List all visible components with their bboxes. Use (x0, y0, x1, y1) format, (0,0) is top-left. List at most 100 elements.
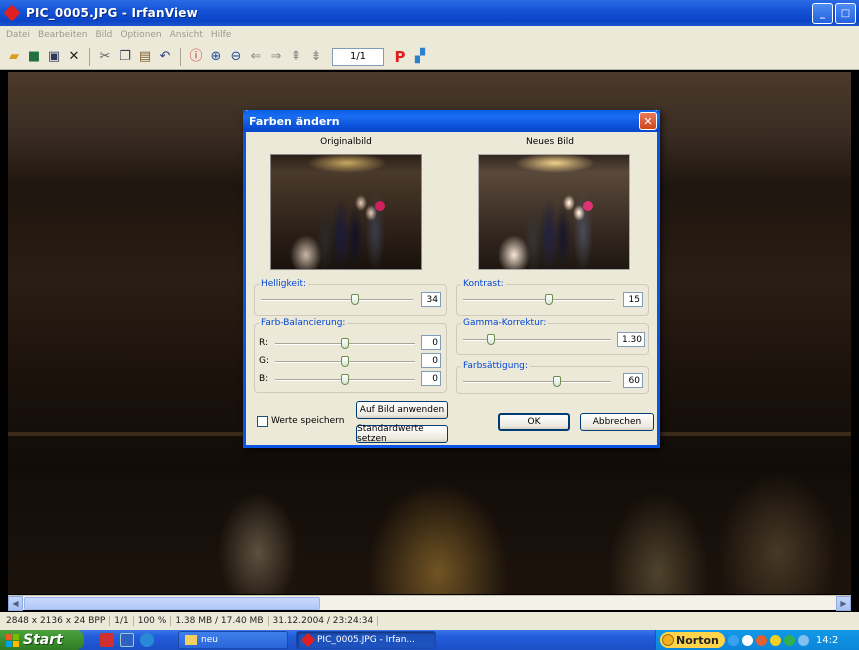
green-slider-thumb[interactable] (341, 356, 349, 367)
norton-label: Norton (676, 633, 719, 647)
red-slider[interactable] (275, 338, 415, 349)
maximize-button[interactable]: □ (835, 3, 856, 24)
horizontal-scrollbar[interactable]: ◀ ▶ (8, 595, 851, 611)
gamma-group: Gamma-Korrektur: 1.30 (456, 318, 649, 355)
window-title: PIC_0005.JPG - IrfanView (26, 6, 198, 20)
contrast-slider-thumb[interactable] (545, 294, 553, 305)
blue-value[interactable]: 0 (421, 371, 441, 386)
menu-item-hilfe[interactable]: Hilfe (211, 30, 231, 40)
brightness-slider-thumb[interactable] (351, 294, 359, 305)
gamma-value[interactable]: 1.30 (617, 332, 645, 347)
save-values-checkbox[interactable] (257, 416, 268, 427)
clock: 14:2 (815, 634, 839, 646)
gamma-slider[interactable] (463, 334, 611, 345)
next-icon[interactable]: ⇒ (268, 49, 284, 65)
status-bar: 2848 x 2136 x 24 BPP 1/1 100 % 1.38 MB /… (0, 612, 859, 630)
saturation-value[interactable]: 60 (623, 373, 643, 388)
cut-icon[interactable]: ✂ (97, 49, 113, 65)
saturation-group: Farbsättigung: 60 (456, 361, 649, 394)
open-icon[interactable]: ▰ (6, 49, 22, 65)
gamma-slider-thumb[interactable] (487, 334, 495, 345)
zoom-in-icon[interactable]: ⊕ (208, 49, 224, 65)
irfanview-app-icon[interactable] (4, 5, 20, 21)
brightness-label: Helligkeit: (259, 279, 309, 289)
tray-icon[interactable] (797, 634, 809, 646)
quicklaunch-red-icon[interactable] (100, 633, 114, 647)
zoom-out-icon[interactable]: ⊖ (228, 49, 244, 65)
gamma-label: Gamma-Korrektur: (461, 318, 549, 328)
p-icon[interactable]: P (392, 49, 408, 65)
previous-icon[interactable]: ⇐ (248, 49, 264, 65)
scroll-left-arrow[interactable]: ◀ (8, 596, 23, 611)
save-icon[interactable]: ▣ (46, 49, 62, 65)
menu-item-ansicht[interactable]: Ansicht (170, 30, 203, 40)
red-slider-thumb[interactable] (341, 338, 349, 349)
status-zoom: 100 % (134, 616, 172, 626)
page-indicator: 1/1 (332, 47, 384, 66)
undo-icon[interactable]: ↶ (157, 49, 173, 65)
contrast-value[interactable]: 15 (623, 292, 643, 307)
title-bar: PIC_0005.JPG - IrfanView _ □ (0, 0, 859, 26)
first-icon[interactable]: ⇞ (288, 49, 304, 65)
slideshow-icon[interactable]: ■ (26, 49, 42, 65)
cancel-button[interactable]: Abbrechen (580, 413, 654, 431)
tray-icon[interactable] (741, 634, 753, 646)
color-balance-group: Farb-Balancierung: R: 0 G: 0 B: 0 (254, 318, 447, 393)
blue-slider-thumb[interactable] (341, 374, 349, 385)
scrollbar-thumb[interactable] (24, 597, 320, 610)
brightness-slider[interactable] (261, 294, 413, 305)
set-defaults-button[interactable]: Standardwerte setzen (356, 424, 448, 444)
green-slider[interactable] (275, 356, 415, 367)
blue-label: B: (259, 374, 269, 384)
dialog-close-button[interactable]: ✕ (639, 112, 657, 130)
delete-icon[interactable]: ✕ (66, 49, 82, 65)
taskbar-item-label: PIC_0005.JPG - Irfan... (317, 635, 415, 645)
quicklaunch-blue-icon[interactable] (120, 633, 134, 647)
contrast-slider[interactable] (463, 294, 615, 305)
norton-badge[interactable]: Norton (660, 632, 725, 648)
brightness-value[interactable]: 34 (421, 292, 441, 307)
original-image-label: Originalbild (320, 137, 372, 147)
preview-highlight (375, 201, 385, 211)
minimize-button[interactable]: _ (812, 3, 833, 24)
windows-logo-icon (6, 633, 19, 647)
red-label: R: (259, 338, 269, 348)
dialog-title: Farben ändern (249, 114, 340, 128)
apply-to-image-button[interactable]: Auf Bild anwenden (356, 401, 448, 419)
new-image-label: Neues Bild (526, 137, 574, 147)
copy-icon[interactable]: ❐ (117, 49, 133, 65)
toolbar-separator (89, 47, 90, 66)
tray-icon[interactable] (755, 634, 767, 646)
status-memory: 1.38 MB / 17.40 MB (171, 616, 269, 626)
menu-item-datei[interactable]: Datei (6, 30, 30, 40)
red-value[interactable]: 0 (421, 335, 441, 350)
preview-highlight (583, 201, 593, 211)
saturation-slider[interactable] (463, 376, 611, 387)
green-value[interactable]: 0 (421, 353, 441, 368)
last-icon[interactable]: ⇟ (308, 49, 324, 65)
dialog-title-bar: Farben ändern ✕ (243, 110, 660, 132)
menu-item-bearbeiten[interactable]: Bearbeiten (38, 30, 87, 40)
ok-button[interactable]: OK (498, 413, 570, 431)
status-datetime: 31.12.2004 / 23:24:34 (269, 616, 379, 626)
saturation-slider-thumb[interactable] (553, 376, 561, 387)
taskbar-item-neu[interactable]: neu (178, 631, 288, 649)
change-colors-dialog: Farben ändern ✕ Originalbild Neues Bild … (243, 110, 660, 448)
brightness-group: Helligkeit: 34 (254, 279, 447, 316)
taskbar-item-irfanview[interactable]: PIC_0005.JPG - Irfan... (296, 631, 436, 649)
paint-icon[interactable]: ▞ (412, 49, 428, 65)
tray-icon[interactable] (783, 634, 795, 646)
internet-explorer-icon[interactable] (140, 633, 154, 647)
tray-icon[interactable] (727, 634, 739, 646)
save-values-label[interactable]: Werte speichern (271, 416, 344, 426)
menu-item-optionen[interactable]: Optionen (120, 30, 161, 40)
saturation-label: Farbsättigung: (461, 361, 530, 371)
tray-icon[interactable] (769, 634, 781, 646)
info-icon[interactable]: ⓘ (188, 49, 204, 65)
menu-item-bild[interactable]: Bild (95, 30, 112, 40)
paste-icon[interactable]: ▤ (137, 49, 153, 65)
blue-slider[interactable] (275, 374, 415, 385)
irfanview-icon (300, 632, 316, 648)
scroll-right-arrow[interactable]: ▶ (836, 596, 851, 611)
start-button[interactable]: Start (0, 630, 84, 650)
